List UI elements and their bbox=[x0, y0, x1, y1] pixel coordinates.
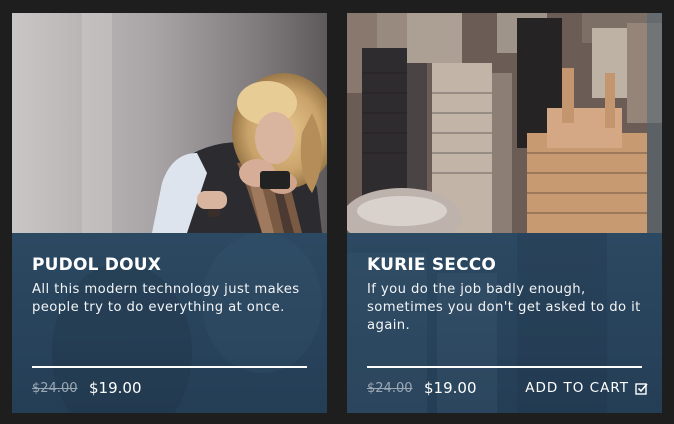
product-info-panel: PUDOL DOUX All this modern technology ju… bbox=[12, 233, 327, 413]
product-card[interactable]: KURIE SECCO If you do the job badly enou… bbox=[347, 13, 662, 413]
product-card[interactable]: PUDOL DOUX All this modern technology ju… bbox=[12, 13, 327, 413]
product-description: All this modern technology just makes pe… bbox=[32, 282, 300, 315]
current-price: $19.00 bbox=[424, 379, 477, 397]
product-title: PUDOL DOUX bbox=[32, 255, 162, 275]
product-description: If you do the job badly enough, sometime… bbox=[367, 282, 641, 333]
old-price: $24.00 bbox=[32, 381, 78, 396]
checkbox-check-icon bbox=[635, 382, 648, 395]
add-to-cart-button[interactable]: ADD TO CART bbox=[525, 380, 648, 396]
product-image-city bbox=[347, 13, 662, 233]
current-price: $19.00 bbox=[89, 379, 142, 397]
product-title: KURIE SECCO bbox=[367, 255, 497, 275]
divider bbox=[32, 366, 307, 368]
divider bbox=[367, 366, 642, 368]
product-info-panel: KURIE SECCO If you do the job badly enou… bbox=[347, 233, 662, 413]
add-to-cart-label: ADD TO CART bbox=[525, 380, 629, 396]
old-price: $24.00 bbox=[367, 381, 413, 396]
product-image-woman bbox=[12, 13, 327, 233]
